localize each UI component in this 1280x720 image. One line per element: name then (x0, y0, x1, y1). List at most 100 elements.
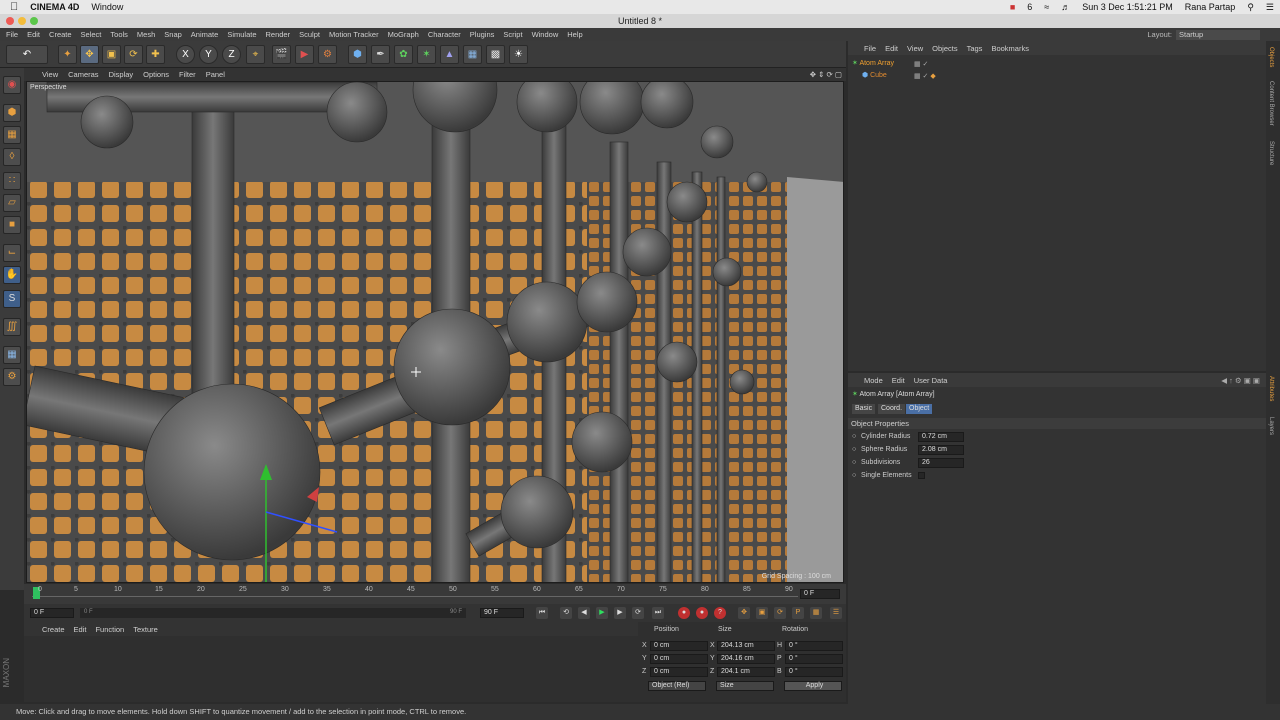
menu-plugins[interactable]: Plugins (470, 30, 495, 39)
side-tab-objects[interactable]: Objects (1268, 47, 1274, 67)
menu-snap[interactable]: Snap (164, 30, 182, 39)
menu-simulate[interactable]: Simulate (227, 30, 256, 39)
edges-mode-icon[interactable]: ▱ (3, 194, 21, 212)
object-menu-view[interactable]: View (907, 44, 923, 53)
menu-window[interactable]: Window (532, 30, 559, 39)
points-mode-icon[interactable]: ∷ (3, 172, 21, 190)
texture-mode-icon[interactable]: ▦ (3, 126, 21, 144)
viewport-menu-cameras[interactable]: Cameras (68, 70, 98, 79)
zoom-window-button[interactable] (30, 17, 38, 25)
key-rotation-icon[interactable]: ⟳ (774, 607, 786, 619)
attribute-nav-icons[interactable]: ◀ ↑ ⚙ ▣ ▣ (1221, 376, 1260, 385)
auto-keying-icon[interactable]: ● (696, 607, 708, 619)
cube-primitive-icon[interactable]: ⬢ (348, 45, 367, 64)
camera-icon[interactable]: ▩ (486, 45, 505, 64)
menu-character[interactable]: Character (428, 30, 461, 39)
preview-range-slider[interactable]: 0 F 90 F (80, 608, 466, 618)
layout-select[interactable]: Startup (1176, 29, 1260, 40)
menu-mesh[interactable]: Mesh (137, 30, 155, 39)
render-picture-viewer-icon[interactable]: ▶ (295, 45, 314, 64)
position-x-field[interactable]: 0 cm (650, 641, 708, 651)
position-z-field[interactable]: 0 cm (650, 667, 708, 677)
make-editable-icon[interactable]: ◉ (3, 76, 21, 94)
notification-icon[interactable]: ☰ (1266, 2, 1274, 13)
record-keys-icon[interactable]: ● (678, 607, 690, 619)
viewport-menu-filter[interactable]: Filter (179, 70, 196, 79)
object-row-cube[interactable]: ⬢ Cube (862, 70, 922, 81)
tab-coord[interactable]: Coord. (878, 404, 906, 414)
status-number[interactable]: 6 (1027, 2, 1032, 12)
sphere-radius-field[interactable]: 2.08 cm (918, 445, 964, 455)
workplane-mode-icon[interactable]: ◊ (3, 148, 21, 166)
menu-edit[interactable]: Edit (27, 30, 40, 39)
current-frame-field[interactable]: 0 F (800, 589, 840, 599)
menu-motion-tracker[interactable]: Motion Tracker (329, 30, 379, 39)
live-selection-icon[interactable]: ✦ (58, 45, 77, 64)
workplane-icon[interactable]: ▦ (3, 346, 21, 364)
start-frame-field[interactable]: 0 F (30, 608, 74, 618)
window-menu[interactable]: Window (91, 2, 123, 12)
cylinder-radius-field[interactable]: 0.72 cm (918, 432, 964, 442)
side-tab-structure[interactable]: Structure (1268, 141, 1274, 165)
tweak-mode-icon[interactable]: ✋ (3, 266, 21, 284)
side-tab-layers[interactable]: Layers (1268, 417, 1274, 435)
add-object-icon[interactable]: ✚ (146, 45, 165, 64)
material-menu-edit[interactable]: Edit (74, 625, 87, 634)
play-button[interactable]: ▶ (596, 607, 608, 619)
rotate-tool-icon[interactable]: ⟳ (124, 45, 143, 64)
menu-file[interactable]: File (6, 30, 18, 39)
coordinate-mode-select[interactable]: Object (Rel) (648, 681, 706, 691)
tab-basic[interactable]: Basic (852, 404, 876, 414)
snap-icon[interactable]: S (3, 290, 21, 308)
menu-script[interactable]: Script (503, 30, 522, 39)
key-scale-icon[interactable]: ▣ (756, 607, 768, 619)
pen-spline-icon[interactable]: ✒ (371, 45, 390, 64)
volume-icon[interactable]: ♬ (1061, 2, 1070, 12)
visibility-toggle-icon[interactable]: ▦ ✓ (914, 60, 928, 68)
undo-button[interactable]: ↶ (6, 45, 48, 64)
object-row-atom-array[interactable]: ✶ Atom Array (852, 58, 942, 69)
size-y-field[interactable]: 204.16 cm (717, 654, 775, 664)
viewport-menu-panel[interactable]: Panel (206, 70, 225, 79)
menu-mograph[interactable]: MoGraph (388, 30, 419, 39)
app-name-menu[interactable]: CINEMA 4D (30, 2, 79, 12)
menu-sculpt[interactable]: Sculpt (299, 30, 320, 39)
end-frame-field[interactable]: 90 F (480, 608, 524, 618)
user-name[interactable]: Rana Partap (1185, 2, 1236, 12)
render-view-icon[interactable]: 🎬 (272, 45, 291, 64)
menu-tools[interactable]: Tools (110, 30, 128, 39)
single-elements-checkbox[interactable] (918, 472, 925, 479)
z-axis-lock-button[interactable]: Z (222, 45, 241, 64)
object-menu-objects[interactable]: Objects (932, 44, 957, 53)
rotation-h-field[interactable]: 0 ° (785, 641, 843, 651)
subdivisions-field[interactable]: 26 (918, 458, 964, 468)
attribute-menu-edit[interactable]: Edit (892, 376, 905, 385)
close-window-button[interactable] (6, 17, 14, 25)
light-icon[interactable]: ☀ (509, 45, 528, 64)
material-menu-texture[interactable]: Texture (133, 625, 158, 634)
position-y-field[interactable]: 0 cm (650, 654, 708, 664)
array-generator-icon[interactable]: ✶ (417, 45, 436, 64)
subdivision-icon[interactable]: ✿ (394, 45, 413, 64)
model-mode-icon[interactable]: ⬢ (3, 104, 21, 122)
scale-tool-icon[interactable]: ▣ (102, 45, 121, 64)
move-tool-icon[interactable]: ✥ (80, 45, 99, 64)
rotation-p-field[interactable]: 0 ° (785, 654, 843, 664)
go-to-start-icon[interactable]: ⏮ (536, 607, 548, 619)
keyframe-selection-icon[interactable]: ? (714, 607, 726, 619)
key-parameter-icon[interactable]: P (792, 607, 804, 619)
x-axis-lock-button[interactable]: X (176, 45, 195, 64)
object-menu-tags[interactable]: Tags (967, 44, 983, 53)
minimize-window-button[interactable] (18, 17, 26, 25)
previous-key-icon[interactable]: ⟲ (560, 607, 572, 619)
next-frame-icon[interactable]: ▶ (614, 607, 626, 619)
go-to-end-icon[interactable]: ⏭ (652, 607, 664, 619)
render-settings-icon[interactable]: ⚙ (318, 45, 337, 64)
coordinate-system-icon[interactable]: ⌖ (246, 45, 265, 64)
menu-create[interactable]: Create (49, 30, 72, 39)
magnet-icon[interactable]: ∭ (3, 318, 21, 336)
previous-frame-icon[interactable]: ◀ (578, 607, 590, 619)
timeline-ruler[interactable]: 0 5 10 15 20 25 30 35 40 45 50 55 60 65 … (24, 584, 846, 604)
key-pla-icon[interactable]: ▦ (810, 607, 822, 619)
side-tab-content-browser[interactable]: Content Browser (1268, 81, 1274, 126)
